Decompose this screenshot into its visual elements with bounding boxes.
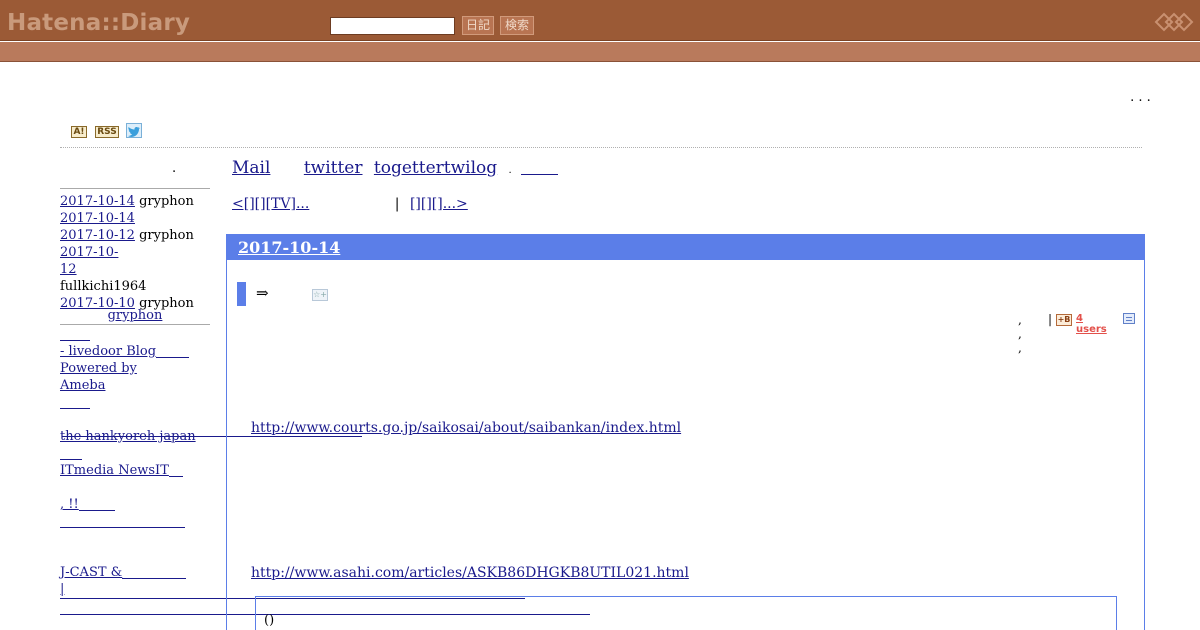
sidebar-link-livedoor[interactable]: - livedoor Blog	[60, 344, 156, 359]
hatena-diary-logo[interactable]: Hatena::Diary	[7, 10, 190, 36]
bookmark-users-count[interactable]: 4 users	[1076, 313, 1107, 335]
twitter-icon[interactable]	[126, 123, 142, 138]
comment-date-link[interactable]: 2017-10-12	[60, 245, 118, 277]
antenna-icon[interactable]: A!	[71, 126, 87, 138]
nav-dot: .	[508, 165, 512, 176]
sidebar-divider	[60, 188, 210, 189]
comment-date-link[interactable]: 2017-10-14	[60, 194, 135, 209]
sidebar-link-exclaim[interactable]: , !!	[60, 497, 79, 512]
comment-icon[interactable]	[1123, 313, 1135, 324]
header-divider	[60, 147, 1142, 148]
asahi-url-link[interactable]: http://www.asahi.com/articles/ASKB86DHGK…	[251, 565, 689, 581]
list-item: 2017-10-14 gryphon	[60, 193, 220, 210]
sidebar-links: - livedoor Blog Powered by Ameba the han…	[60, 326, 225, 598]
main-nav-links: Mail twitter togettertwilog .	[232, 158, 559, 178]
global-header: Hatena::Diary 日記 検索	[0, 0, 1200, 41]
list-item: 2017-10-12 gryphon	[60, 227, 220, 244]
pager: <[][][TV]... | [][][]...>	[232, 196, 535, 212]
sidebar-divider	[60, 324, 210, 325]
section-marker	[237, 282, 246, 306]
sidebar-link[interactable]	[60, 326, 90, 341]
blockquote: ()	[255, 596, 1117, 630]
top-right-links: . . .	[1108, 90, 1151, 105]
togetter-twilog-link[interactable]: togettertwilog	[374, 158, 497, 178]
hatena-bookmark-icon[interactable]: +B	[1056, 314, 1072, 326]
sidebar-link-pipe[interactable]: |	[60, 582, 64, 597]
courts-url-link[interactable]: http://www.courts.go.jp/saikosai/about/s…	[251, 420, 681, 436]
sidebar-link[interactable]	[60, 513, 185, 528]
list-item: 2017-10-14	[60, 210, 220, 227]
top-right-ellipsis: . . .	[1130, 90, 1151, 105]
comment-user: gryphon	[139, 194, 194, 209]
meta-separator: |	[1048, 312, 1053, 326]
sidebar-link[interactable]	[60, 445, 82, 460]
diary-search-button[interactable]: 日記	[462, 16, 494, 35]
twitter-link[interactable]: twitter	[304, 158, 363, 178]
recent-comments: 2017-10-14 gryphon 2017-10-14 2017-10-12…	[60, 193, 220, 312]
comment-date-link[interactable]: 2017-10-14	[60, 211, 135, 226]
hatena-mark-icon	[1154, 12, 1194, 32]
sidebar-link[interactable]	[78, 496, 115, 511]
prev-entry-link[interactable]: <[][][TV]...	[232, 196, 384, 212]
diary-day-section: 2017-10-14 ⇒ ☆+ , , , | +B 4 users http:…	[226, 234, 1145, 630]
next-entry-link[interactable]: [][][]...>	[410, 196, 535, 212]
comment-date-link[interactable]: 2017-10-12	[60, 228, 135, 243]
sidebar-link[interactable]	[156, 343, 190, 358]
mail-link[interactable]: Mail	[232, 158, 292, 178]
sidebar-link-powered-by[interactable]: Powered by	[60, 361, 137, 376]
rss-icon[interactable]: RSS	[95, 126, 119, 138]
sub-header-bar	[0, 42, 1200, 62]
sidebar-link-ameba[interactable]: Ameba	[60, 378, 105, 393]
sidebar-title-dot: .	[172, 161, 177, 176]
search-input[interactable]	[330, 17, 455, 35]
sidebar-link[interactable]	[168, 462, 183, 477]
day-header: 2017-10-14	[227, 235, 1144, 260]
add-star-icon[interactable]: ☆+	[312, 289, 328, 301]
sidebar-link[interactable]	[122, 564, 187, 579]
section-title-arrow: ⇒	[256, 284, 269, 302]
quote-text: ()	[264, 613, 275, 628]
list-item: 2017-10-12 fullkichi1964	[60, 244, 146, 295]
sidebar-link-jcast[interactable]: J-CAST &	[60, 565, 122, 580]
profile-link-gryphon[interactable]: gryphon	[108, 308, 163, 323]
pager-separator: |	[394, 196, 400, 212]
day-date-link[interactable]: 2017-10-14	[238, 238, 340, 257]
sidebar-link[interactable]	[60, 394, 90, 409]
comment-user: gryphon	[139, 228, 194, 243]
nav-link[interactable]	[521, 158, 559, 175]
top-right-link[interactable]	[1108, 90, 1126, 103]
comment-user: fullkichi1964	[60, 279, 147, 294]
profile-section: gryphon	[60, 307, 210, 324]
search-button[interactable]: 検索	[500, 16, 534, 35]
sidebar-link-itmedia[interactable]: ITmedia NewsIT	[60, 463, 169, 478]
meta-tags: , , ,	[1018, 313, 1022, 355]
